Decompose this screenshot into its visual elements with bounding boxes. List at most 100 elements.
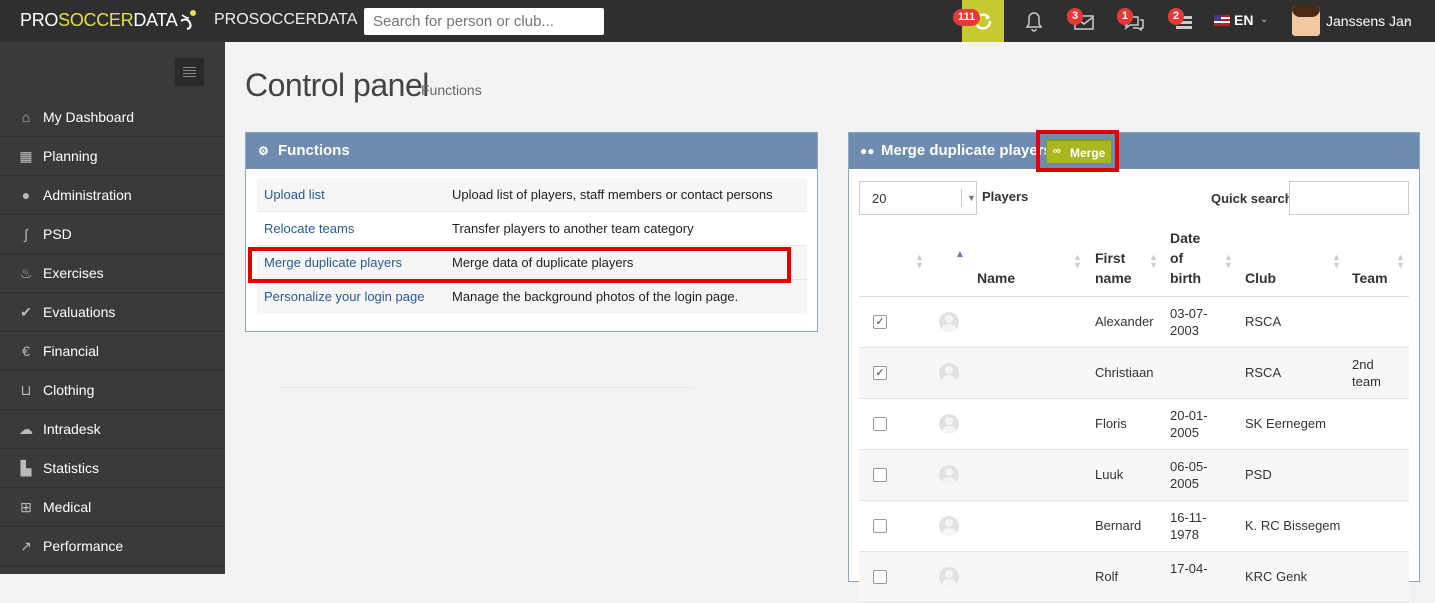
euro-icon: € bbox=[22, 343, 30, 359]
bar-chart-icon: ▙ bbox=[20, 460, 32, 476]
sidebar-item-label: Evaluations bbox=[43, 304, 116, 320]
dob-cell: 06-05- 2005 bbox=[1170, 459, 1208, 491]
dob-cell: 03-07- 2003 bbox=[1170, 306, 1208, 338]
brand-logo[interactable]: PROSOCCERDATA bbox=[20, 10, 178, 31]
sort-icon[interactable]: ▲ ▼ bbox=[915, 253, 924, 270]
row-checkbox[interactable] bbox=[873, 417, 887, 431]
functions-panel-header: ⚙ Functions bbox=[246, 133, 817, 169]
club-cell: KRC Genk bbox=[1245, 569, 1308, 584]
row-checkbox[interactable]: ✓ bbox=[873, 315, 887, 329]
sort-asc-icon[interactable]: ▲ bbox=[955, 249, 965, 260]
column-team[interactable]: Team bbox=[1352, 268, 1388, 288]
table-row: Luuk 06-05- 2005 PSD bbox=[859, 450, 1409, 501]
first-name-cell: Christiaan bbox=[1095, 365, 1154, 380]
messages-badge: 3 bbox=[1067, 8, 1084, 25]
user-menu[interactable]: Janssens Jan bbox=[1326, 13, 1412, 29]
merge-panel-header: ●● Merge duplicate players bbox=[849, 133, 1419, 169]
chevron-down-icon: ⌄ bbox=[1260, 14, 1269, 25]
function-row: Relocate teams Transfer players to anoth… bbox=[257, 212, 807, 246]
avatar[interactable] bbox=[1292, 6, 1320, 36]
player-photo-placeholder-icon bbox=[939, 465, 959, 485]
sidebar-item-intradesk[interactable]: ☁ Intradesk bbox=[0, 410, 225, 449]
sidebar-item-medical[interactable]: ⊞ Medical bbox=[0, 488, 225, 527]
dob-cell: 20-01- 2005 bbox=[1170, 408, 1208, 440]
column-first-name[interactable]: First name bbox=[1095, 248, 1132, 288]
row-checkbox[interactable]: ✓ bbox=[873, 366, 887, 380]
table-row: Floris 20-01- 2005 SK Eernegem bbox=[859, 399, 1409, 450]
sidebar-menu: ⌂ My Dashboard ▦ Planning ● Administration ʃ PS… bbox=[0, 98, 225, 566]
menu-toggle-button[interactable] bbox=[175, 58, 204, 86]
line-chart-icon: ↗ bbox=[20, 538, 32, 554]
exercise-icon: ♨ bbox=[19, 265, 33, 281]
sort-icon[interactable]: ▲ ▼ bbox=[1149, 253, 1158, 270]
sidebar-item-statistics[interactable]: ▙ Statistics bbox=[0, 449, 225, 488]
row-checkbox[interactable] bbox=[873, 570, 887, 584]
sort-icon[interactable]: ▲ ▼ bbox=[1224, 253, 1233, 270]
caret-down-icon: ▼ bbox=[961, 189, 976, 207]
function-row: Personalize your login page Manage the b… bbox=[257, 280, 807, 314]
club-name: PROSOCCERDATA bbox=[214, 11, 358, 28]
sidebar: ⌂ My Dashboard ▦ Planning ● Administration ʃ PS… bbox=[0, 42, 225, 574]
club-cell: RSCA bbox=[1245, 365, 1282, 380]
sidebar-item-label: Clothing bbox=[43, 382, 95, 398]
column-name[interactable]: Name bbox=[977, 268, 1015, 288]
first-name-cell: Bernard bbox=[1095, 518, 1142, 533]
first-name-cell: Luuk bbox=[1095, 467, 1124, 482]
team-cell: 2nd team bbox=[1352, 357, 1381, 389]
quick-search-label: Quick search: bbox=[1211, 191, 1297, 206]
page-size-select[interactable]: 20 ▼ bbox=[859, 181, 977, 215]
upload-list-link[interactable]: Upload list bbox=[264, 187, 325, 202]
sort-icon[interactable]: ▲ ▼ bbox=[1396, 253, 1405, 270]
sidebar-item-evaluations[interactable]: ✔ Evaluations bbox=[0, 293, 225, 332]
sidebar-item-label: My Dashboard bbox=[43, 109, 135, 125]
cogs-icon: ⚙ bbox=[258, 144, 269, 158]
sort-icon[interactable]: ▲ ▼ bbox=[1073, 253, 1082, 270]
divider bbox=[280, 387, 693, 388]
player-photo-placeholder-icon bbox=[939, 567, 959, 587]
sidebar-item-exercises[interactable]: ♨ Exercises bbox=[0, 254, 225, 293]
sidebar-item-my-dashboard[interactable]: ⌂ My Dashboard bbox=[0, 98, 225, 137]
sidebar-item-performance[interactable]: ↗ Performance bbox=[0, 527, 225, 566]
player-photo-placeholder-icon bbox=[939, 312, 959, 332]
page-size-label: Players bbox=[982, 189, 1029, 204]
sidebar-item-label: Administration bbox=[43, 187, 132, 203]
notifications-button[interactable] bbox=[1014, 0, 1054, 42]
sidebar-item-label: Statistics bbox=[43, 460, 100, 476]
bell-icon bbox=[1025, 12, 1043, 32]
first-name-cell: Alexander bbox=[1095, 314, 1154, 329]
first-name-cell: Floris bbox=[1095, 416, 1127, 431]
tasks-badge: 2 bbox=[1168, 8, 1185, 25]
sidebar-item-planning[interactable]: ▦ Planning bbox=[0, 137, 225, 176]
sidebar-item-label: Medical bbox=[43, 499, 92, 515]
personalize-login-link[interactable]: Personalize your login page bbox=[264, 289, 424, 304]
us-flag-icon bbox=[1214, 15, 1230, 26]
club-cell: SK Eernegem bbox=[1245, 416, 1326, 431]
row-checkbox[interactable] bbox=[873, 468, 887, 482]
soccer-logo-icon bbox=[180, 10, 196, 30]
relocate-teams-link[interactable]: Relocate teams bbox=[264, 221, 354, 236]
home-icon: ⌂ bbox=[21, 109, 31, 125]
search-input[interactable] bbox=[364, 8, 604, 35]
sidebar-item-clothing[interactable]: ⊔ Clothing bbox=[0, 371, 225, 410]
functions-table: Upload list Upload list of players, staf… bbox=[257, 178, 807, 314]
highlight-merge-button bbox=[1036, 130, 1119, 172]
function-row: Upload list Upload list of players, staf… bbox=[257, 178, 807, 212]
sidebar-item-psd[interactable]: ʃ PSD bbox=[0, 215, 225, 254]
club-cell: K. RC Bissegem bbox=[1245, 518, 1341, 533]
column-date-of-birth[interactable]: Date of birth bbox=[1170, 228, 1201, 288]
calendar-icon: ▦ bbox=[19, 148, 33, 164]
sort-icon[interactable]: ▲ ▼ bbox=[1332, 253, 1341, 270]
row-checkbox[interactable] bbox=[873, 519, 887, 533]
quick-search-input[interactable] bbox=[1289, 181, 1409, 215]
column-club[interactable]: Club bbox=[1245, 268, 1276, 288]
sidebar-item-label: Exercises bbox=[43, 265, 104, 281]
table-row: Rolf 17-04- KRC Genk bbox=[859, 552, 1409, 603]
club-cell: PSD bbox=[1245, 467, 1272, 482]
sidebar-item-financial[interactable]: € Financial bbox=[0, 332, 225, 371]
medkit-icon: ⊞ bbox=[20, 499, 32, 515]
sidebar-item-label: Performance bbox=[43, 538, 124, 554]
check-icon: ✔ bbox=[20, 304, 32, 320]
top-bar: PROSOCCERDATA PROSOCCERDATA 111 3 1 bbox=[0, 0, 1435, 42]
sidebar-item-administration[interactable]: ● Administration bbox=[0, 176, 225, 215]
language-selector[interactable]: EN bbox=[1214, 12, 1253, 28]
